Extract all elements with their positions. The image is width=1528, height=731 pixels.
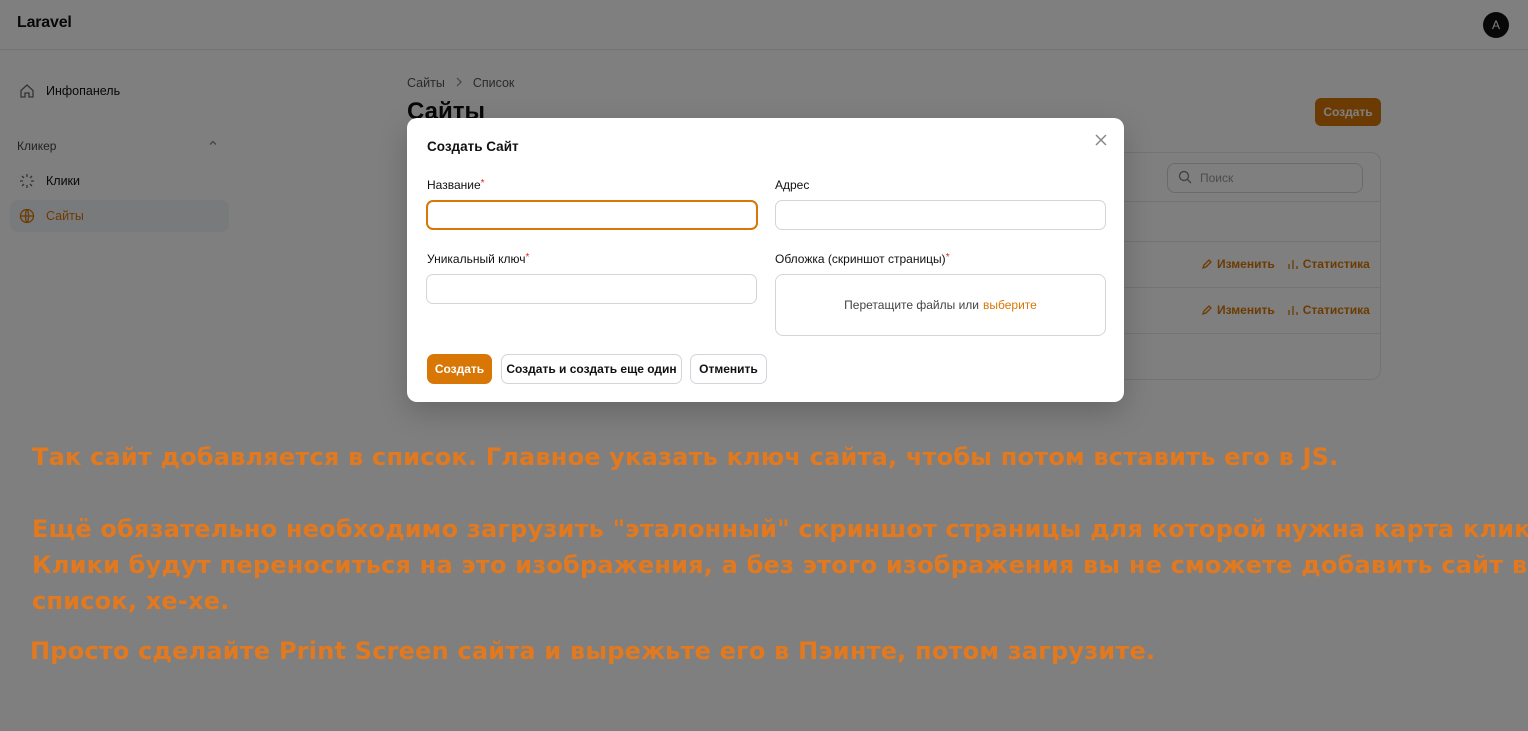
required-marker: * [480, 178, 485, 189]
create-submit-button[interactable]: Создать [427, 354, 492, 384]
cancel-button[interactable]: Отменить [690, 354, 767, 384]
annotation-line: Просто сделайте Print Screen сайта и выр… [30, 637, 1156, 665]
create-another-button[interactable]: Создать и создать еще один [501, 354, 682, 384]
key-label: Уникальный ключ* [427, 252, 530, 266]
required-marker: * [525, 252, 530, 263]
address-label: Адрес [775, 178, 810, 192]
key-input[interactable] [426, 274, 757, 304]
browse-link[interactable]: выберите [983, 298, 1037, 312]
close-icon[interactable] [1093, 132, 1111, 150]
annotation-line: Ещё обязательно необходимо загрузить "эт… [32, 515, 1528, 543]
create-site-modal: Создать Сайт Название* Адрес Уникальный … [407, 118, 1124, 402]
cover-label: Обложка (скриншот страницы)* [775, 252, 950, 266]
file-dropzone[interactable]: Перетащите файлы или выберите [775, 274, 1106, 336]
name-label: Название* [427, 178, 485, 192]
annotation-line: список, хе-хе. [32, 587, 230, 615]
address-input[interactable] [775, 200, 1106, 230]
annotation-line: Клики будут переноситься на это изображе… [32, 551, 1528, 579]
name-input[interactable] [426, 200, 758, 230]
dropzone-text: Перетащите файлы или [844, 298, 980, 312]
modal-title: Создать Сайт [427, 139, 519, 154]
annotation-line: Так сайт добавляется в список. Главное у… [32, 443, 1339, 471]
required-marker: * [945, 252, 950, 263]
